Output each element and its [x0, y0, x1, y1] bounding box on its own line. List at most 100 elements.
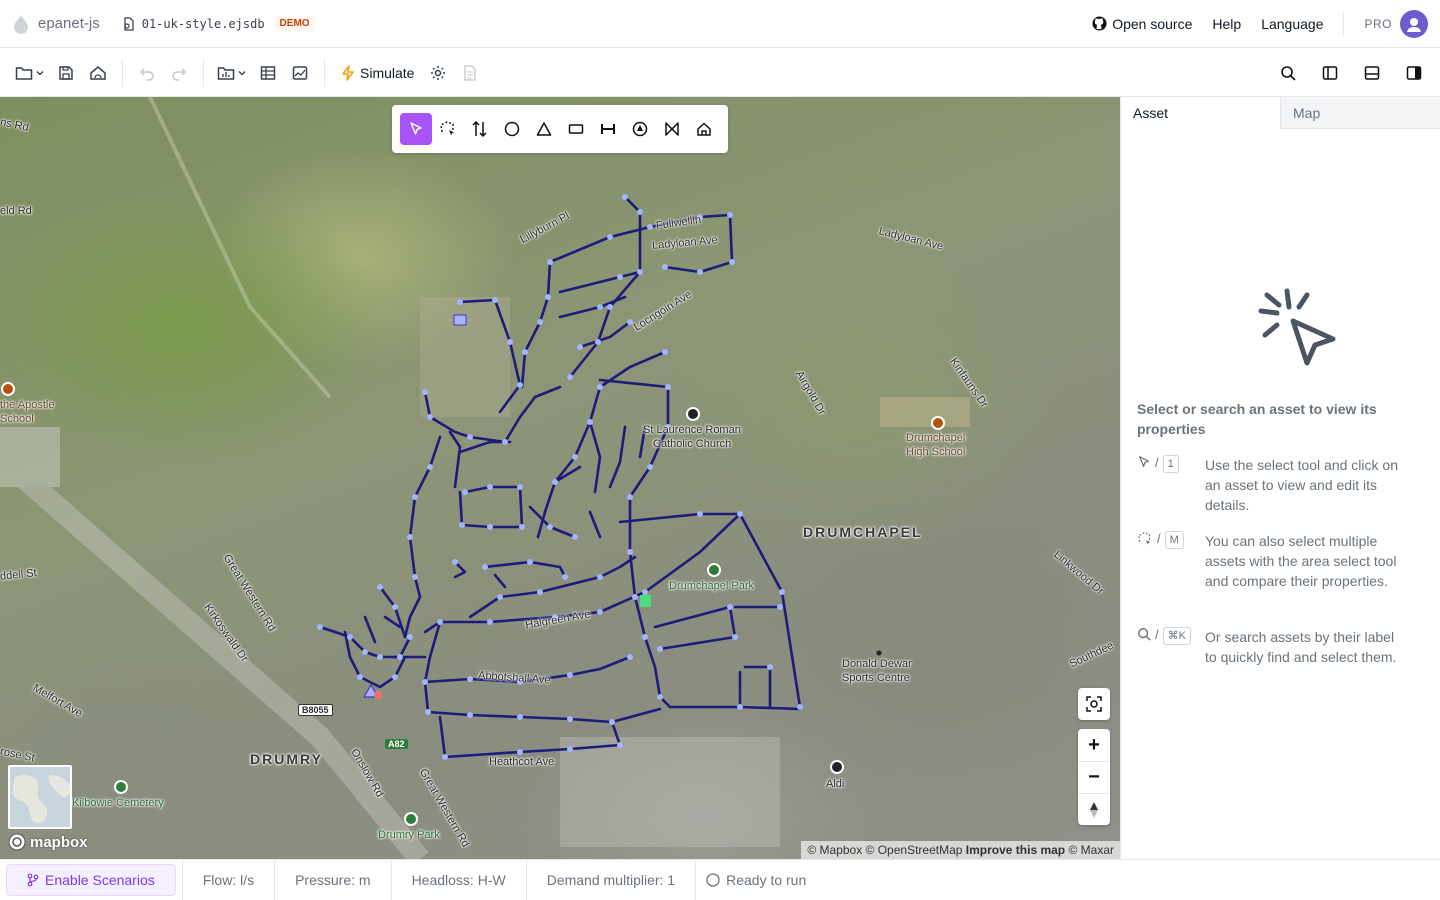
git-branch-icon: [27, 873, 39, 887]
poi-label: St Laurence Roman: [643, 424, 741, 436]
github-icon: [1092, 16, 1107, 31]
table-icon: [260, 65, 276, 80]
triangle-icon: [536, 122, 552, 136]
district-label: DRUMRY: [250, 751, 323, 767]
locate-control: [1078, 688, 1110, 720]
pump-marker[interactable]: [640, 595, 651, 607]
save-cloud-button[interactable]: [84, 57, 112, 89]
hint-select: / 1 Use the select tool and click on an …: [1137, 455, 1407, 515]
shortcut-key: M: [1164, 531, 1184, 549]
toggle-left-panel-button[interactable]: [1316, 57, 1344, 89]
area-select-tool[interactable]: [432, 113, 464, 145]
headloss-formula[interactable]: Headloss: H-W: [390, 860, 526, 900]
pipes[interactable]: [318, 195, 802, 759]
elevation-tool[interactable]: [464, 113, 496, 145]
select-tool[interactable]: [400, 113, 432, 145]
pressure-units[interactable]: Pressure: m: [274, 860, 390, 900]
pump-tool[interactable]: [624, 113, 656, 145]
pipe-network[interactable]: [0, 97, 1120, 859]
folder-icon: [15, 66, 33, 80]
hint-sep: /: [1155, 455, 1159, 470]
image-chart-icon: [292, 65, 308, 80]
right-panel: Asset Map Select or search an asset to v…: [1120, 97, 1440, 859]
source-node[interactable]: [374, 691, 382, 699]
divider: [122, 58, 123, 87]
pro-account[interactable]: PRO: [1364, 9, 1428, 38]
shortcut-key: ⌘K: [1162, 627, 1191, 645]
hint-keys: / ⌘K: [1137, 627, 1205, 667]
search-icon: [1281, 65, 1296, 81]
reports-menu-button[interactable]: [214, 57, 250, 89]
rectangle-icon: [568, 124, 584, 134]
minimap[interactable]: [8, 765, 72, 829]
tank-tool[interactable]: [560, 113, 592, 145]
table-button[interactable]: [254, 57, 282, 89]
park-label: Kilbowie Cemetery: [72, 797, 164, 809]
tab-asset[interactable]: Asset: [1121, 97, 1280, 129]
tank-marker[interactable]: [453, 314, 467, 326]
enable-scenarios-button[interactable]: Enable Scenarios: [6, 864, 176, 896]
zoom-in-button[interactable]: +: [1078, 729, 1110, 761]
pointer-icon: [410, 122, 422, 135]
flow-units[interactable]: Flow: l/s: [181, 860, 274, 900]
simulation-settings-button[interactable]: [424, 57, 452, 89]
zoom-out-button[interactable]: −: [1078, 761, 1110, 793]
zoom-to-extent-button[interactable]: [1078, 688, 1110, 720]
pro-label: PRO: [1364, 16, 1392, 31]
panel-tabs: Asset Map: [1121, 97, 1440, 129]
toggle-bottom-panel-button[interactable]: [1358, 57, 1386, 89]
toggle-right-panel-button[interactable]: [1400, 57, 1428, 89]
compass-icon: [1090, 801, 1098, 818]
pump-icon: [632, 121, 648, 137]
language-link[interactable]: Language: [1261, 16, 1323, 32]
document-icon: [464, 64, 477, 81]
mapbox-logo[interactable]: mapbox: [8, 833, 88, 851]
simulation-status: Ready to run: [695, 860, 826, 900]
valve-tool[interactable]: [656, 113, 688, 145]
save-icon: [59, 65, 73, 80]
house-icon: [697, 122, 711, 136]
improve-map-link[interactable]: Improve this map: [966, 843, 1065, 857]
open-file-button[interactable]: [12, 57, 48, 89]
demand-multiplier[interactable]: Demand multiplier: 1: [525, 860, 695, 900]
search-icon: [1138, 628, 1151, 641]
hint-sep: /: [1155, 627, 1159, 642]
search-button[interactable]: [1274, 57, 1302, 89]
pointer-icon: [1139, 456, 1149, 467]
redo-button[interactable]: [165, 57, 193, 89]
avatar[interactable]: [1400, 9, 1428, 38]
save-button[interactable]: [52, 57, 80, 89]
compass-button[interactable]: [1078, 793, 1110, 825]
open-source-label: Open source: [1112, 15, 1193, 32]
report-button[interactable]: [456, 57, 484, 89]
hint-text: Use the select tool and click on an asse…: [1205, 457, 1398, 513]
app-name: epanet-js: [38, 15, 100, 32]
street-label: eld Rd: [0, 205, 32, 217]
reservoir-tool[interactable]: [528, 113, 560, 145]
world-map-icon: [12, 774, 70, 823]
brand[interactable]: epanet-js: [12, 14, 100, 34]
simulate-button[interactable]: Simulate: [335, 57, 420, 89]
junction-tool[interactable]: [496, 113, 528, 145]
lasso-icon: [1138, 532, 1151, 545]
customer-point-tool[interactable]: [688, 113, 720, 145]
toolbar: Simulate: [0, 49, 1440, 97]
status-bar: Enable Scenarios Flow: l/s Pressure: m H…: [0, 859, 1440, 900]
map-canvas[interactable]: ns Rd eld Rd Lillyburn Pl Fullwellin Lad…: [0, 97, 1120, 859]
divider: [203, 58, 204, 87]
top-nav: Open source Help Language PRO: [1092, 9, 1428, 38]
open-source-link[interactable]: Open source: [1092, 16, 1192, 32]
park-label: Drumry Park: [378, 829, 440, 841]
help-link[interactable]: Help: [1212, 16, 1241, 32]
undo-button[interactable]: [133, 57, 161, 89]
lasso-icon: [440, 121, 454, 136]
lightning-icon: [342, 64, 354, 81]
map-attribution: © Mapbox © OpenStreetMap Improve this ma…: [801, 841, 1120, 859]
file-info[interactable]: 01-uk-style.ejsdb DEMO: [122, 16, 315, 31]
divider: [1343, 11, 1345, 36]
poi-label: Catholic Church: [653, 438, 732, 450]
image-button[interactable]: [286, 57, 314, 89]
tab-map[interactable]: Map: [1280, 97, 1440, 129]
pipe-tool[interactable]: [592, 113, 624, 145]
district-label: DRUMCHAPEL: [803, 524, 923, 540]
